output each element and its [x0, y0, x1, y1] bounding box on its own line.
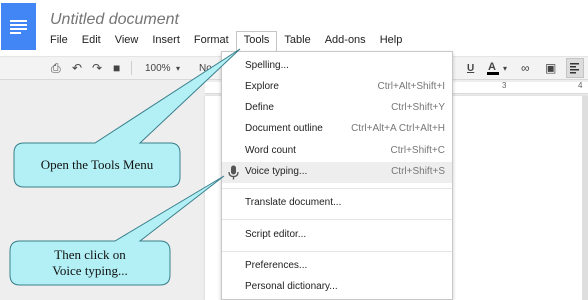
- text-color-button[interactable]: A: [488, 56, 496, 79]
- scrollbar[interactable]: [582, 96, 588, 300]
- tools-menu-dropdown: Spelling... Explore Ctrl+Alt+Shift+I Def…: [221, 51, 453, 300]
- docs-logo-icon[interactable]: [1, 3, 36, 50]
- menu-file[interactable]: File: [43, 31, 75, 51]
- menu-item-explore[interactable]: Explore Ctrl+Alt+Shift+I: [222, 77, 452, 98]
- menu-item-define[interactable]: Define Ctrl+Shift+Y: [222, 98, 452, 119]
- menu-divider: [222, 188, 452, 189]
- menu-item-preferences[interactable]: Preferences...: [222, 256, 452, 277]
- menu-item-document-outline[interactable]: Document outline Ctrl+Alt+A Ctrl+Alt+H: [222, 119, 452, 140]
- menu-item-label: Explore: [245, 81, 279, 92]
- comment-icon[interactable]: ▣: [545, 57, 556, 80]
- menu-edit[interactable]: Edit: [75, 31, 108, 51]
- menu-item-label: Voice typing...: [245, 166, 308, 177]
- shortcut-text: Ctrl+Shift+C: [390, 145, 445, 156]
- ruler-mark-4: 4: [578, 81, 583, 90]
- menu-insert[interactable]: Insert: [145, 31, 187, 51]
- align-left-button[interactable]: [566, 58, 584, 78]
- menu-table[interactable]: Table: [277, 31, 317, 51]
- menu-divider: [222, 251, 452, 252]
- menu-item-label: Word count: [245, 145, 296, 156]
- undo-icon[interactable]: ↶: [72, 57, 82, 80]
- menu-item-spelling[interactable]: Spelling...: [222, 56, 452, 77]
- align-left-icon: [570, 63, 579, 74]
- menu-item-personal-dictionary[interactable]: Personal dictionary...: [222, 277, 452, 298]
- callout-text-voice-line1: Then click on: [54, 247, 126, 262]
- shortcut-text: Ctrl+Shift+S: [391, 166, 445, 177]
- shortcut-text: Ctrl+Alt+A Ctrl+Alt+H: [351, 123, 445, 134]
- menu-item-label: Document outline: [245, 123, 323, 134]
- text-color-swatch: [487, 72, 499, 75]
- style-select[interactable]: No: [199, 57, 212, 80]
- print-icon[interactable]: ⎙: [51, 57, 61, 80]
- chevron-down-icon[interactable]: ▾: [176, 57, 180, 80]
- redo-icon[interactable]: ↷: [92, 57, 102, 80]
- menu-bar: File Edit View Insert Format Tools Table…: [43, 31, 409, 51]
- shortcut-text: Ctrl+Alt+Shift+I: [377, 81, 445, 92]
- menu-item-label: Preferences...: [245, 260, 308, 271]
- shortcut-text: Ctrl+Shift+Y: [391, 102, 445, 113]
- underline-button[interactable]: U: [467, 57, 474, 80]
- menu-add-ons[interactable]: Add-ons: [318, 31, 373, 51]
- menu-view[interactable]: View: [108, 31, 146, 51]
- menu-divider: [222, 219, 452, 220]
- menu-item-label: Translate document...: [245, 197, 342, 208]
- menu-format[interactable]: Format: [187, 31, 236, 51]
- microphone-icon: [228, 165, 239, 180]
- zoom-select[interactable]: 100%: [145, 57, 171, 80]
- document-title[interactable]: Untitled document: [50, 11, 179, 29]
- menu-help[interactable]: Help: [373, 31, 410, 51]
- menu-item-label: Personal dictionary...: [245, 281, 338, 292]
- ruler-mark-3: 3: [502, 81, 507, 90]
- app-header: Untitled document File Edit View Insert …: [0, 0, 588, 56]
- callout-text-tools: Open the Tools Menu: [40, 157, 154, 172]
- callout-text-voice-line2: Voice typing...: [52, 263, 128, 278]
- paint-format-icon[interactable]: ■: [113, 57, 120, 80]
- menu-item-translate-document[interactable]: Translate document...: [222, 193, 452, 214]
- menu-item-label: Spelling...: [245, 60, 289, 71]
- menu-item-label: Define: [245, 102, 274, 113]
- menu-item-label: Script editor...: [245, 229, 307, 240]
- menu-item-word-count[interactable]: Word count Ctrl+Shift+C: [222, 141, 452, 162]
- toolbar-divider: [131, 61, 132, 75]
- link-icon[interactable]: ∞: [521, 57, 530, 80]
- menu-item-voice-typing[interactable]: Voice typing... Ctrl+Shift+S: [222, 162, 452, 183]
- menu-tools[interactable]: Tools: [235, 31, 278, 51]
- menu-item-script-editor[interactable]: Script editor...: [222, 225, 452, 246]
- chevron-down-icon[interactable]: ▾: [503, 57, 507, 80]
